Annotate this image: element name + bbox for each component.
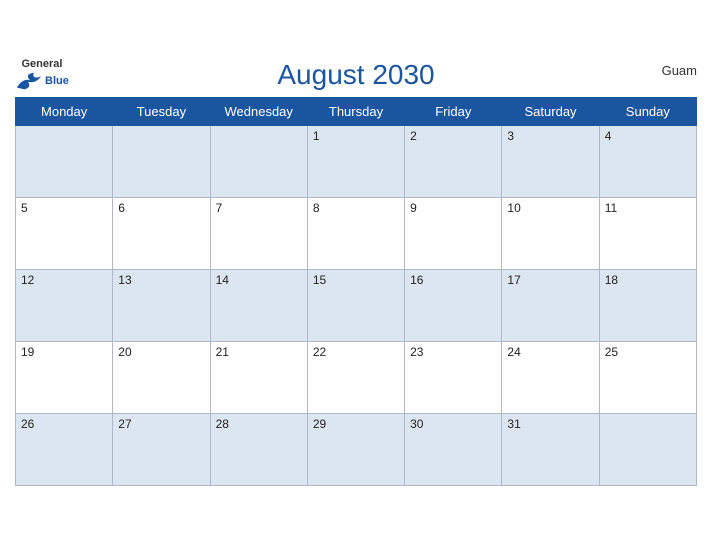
calendar-day-cell: 9 (405, 198, 502, 270)
day-number: 8 (313, 201, 320, 215)
col-wednesday: Wednesday (210, 98, 307, 126)
calendar-week-row: 19 20 21 22 23 24 25 (16, 342, 697, 414)
calendar-day-cell: 29 (307, 414, 404, 486)
day-number: 25 (605, 345, 618, 359)
calendar-week-row: 26 27 28 29 30 31 (16, 414, 697, 486)
calendar-day-cell: 4 (599, 126, 696, 198)
day-number: 22 (313, 345, 326, 359)
col-tuesday: Tuesday (113, 98, 210, 126)
calendar-day-cell: 15 (307, 270, 404, 342)
day-number: 26 (21, 417, 34, 431)
day-number: 27 (118, 417, 131, 431)
calendar-header: General Blue August 2030 Guam (15, 59, 697, 91)
day-number: 4 (605, 129, 612, 143)
day-number: 31 (507, 417, 520, 431)
calendar-day-cell: 3 (502, 126, 599, 198)
calendar-day-cell: 6 (113, 198, 210, 270)
day-number: 17 (507, 273, 520, 287)
calendar-day-cell (599, 414, 696, 486)
day-number: 11 (605, 201, 617, 215)
calendar-thead: Monday Tuesday Wednesday Thursday Friday… (16, 98, 697, 126)
calendar-day-cell: 13 (113, 270, 210, 342)
calendar-day-cell: 28 (210, 414, 307, 486)
calendar: General Blue August 2030 Guam Monday Tue… (0, 49, 712, 501)
calendar-day-cell: 30 (405, 414, 502, 486)
day-number: 6 (118, 201, 125, 215)
calendar-day-cell: 10 (502, 198, 599, 270)
day-number: 13 (118, 273, 131, 287)
calendar-day-cell: 1 (307, 126, 404, 198)
calendar-day-cell: 27 (113, 414, 210, 486)
calendar-week-row: 1 2 3 4 (16, 126, 697, 198)
calendar-week-row: 5 6 7 8 9 10 11 (16, 198, 697, 270)
calendar-day-cell (113, 126, 210, 198)
calendar-day-cell: 16 (405, 270, 502, 342)
calendar-day-cell (210, 126, 307, 198)
day-number: 1 (313, 129, 320, 143)
logo-blue: Blue (45, 76, 69, 87)
calendar-day-cell: 17 (502, 270, 599, 342)
calendar-day-cell: 21 (210, 342, 307, 414)
calendar-day-cell: 31 (502, 414, 599, 486)
calendar-day-cell: 14 (210, 270, 307, 342)
calendar-day-cell: 22 (307, 342, 404, 414)
day-number: 29 (313, 417, 326, 431)
region-label: Guam (662, 63, 697, 78)
calendar-day-cell (16, 126, 113, 198)
day-number: 5 (21, 201, 28, 215)
day-number: 14 (216, 273, 229, 287)
day-number: 7 (216, 201, 223, 215)
col-sunday: Sunday (599, 98, 696, 126)
logo-bird-icon (15, 70, 43, 92)
day-number: 16 (410, 273, 423, 287)
calendar-day-cell: 23 (405, 342, 502, 414)
col-saturday: Saturday (502, 98, 599, 126)
day-number: 23 (410, 345, 423, 359)
calendar-day-cell: 24 (502, 342, 599, 414)
calendar-day-cell: 20 (113, 342, 210, 414)
weekday-header-row: Monday Tuesday Wednesday Thursday Friday… (16, 98, 697, 126)
calendar-day-cell: 12 (16, 270, 113, 342)
day-number: 21 (216, 345, 229, 359)
calendar-day-cell: 2 (405, 126, 502, 198)
col-thursday: Thursday (307, 98, 404, 126)
calendar-day-cell: 5 (16, 198, 113, 270)
logo: General Blue (15, 59, 69, 92)
calendar-day-cell: 26 (16, 414, 113, 486)
day-number: 19 (21, 345, 34, 359)
calendar-body: 1234567891011121314151617181920212223242… (16, 126, 697, 486)
day-number: 2 (410, 129, 417, 143)
calendar-day-cell: 19 (16, 342, 113, 414)
day-number: 3 (507, 129, 514, 143)
day-number: 20 (118, 345, 131, 359)
col-friday: Friday (405, 98, 502, 126)
calendar-day-cell: 8 (307, 198, 404, 270)
day-number: 28 (216, 417, 229, 431)
calendar-day-cell: 7 (210, 198, 307, 270)
col-monday: Monday (16, 98, 113, 126)
day-number: 30 (410, 417, 423, 431)
day-number: 24 (507, 345, 520, 359)
calendar-title: August 2030 (277, 59, 434, 91)
day-number: 15 (313, 273, 326, 287)
day-number: 9 (410, 201, 417, 215)
calendar-day-cell: 18 (599, 270, 696, 342)
logo-general: General (21, 59, 62, 70)
day-number: 12 (21, 273, 34, 287)
calendar-table: Monday Tuesday Wednesday Thursday Friday… (15, 97, 697, 486)
calendar-week-row: 12 13 14 15 16 17 18 (16, 270, 697, 342)
day-number: 10 (507, 201, 520, 215)
calendar-day-cell: 25 (599, 342, 696, 414)
day-number: 18 (605, 273, 618, 287)
calendar-day-cell: 11 (599, 198, 696, 270)
